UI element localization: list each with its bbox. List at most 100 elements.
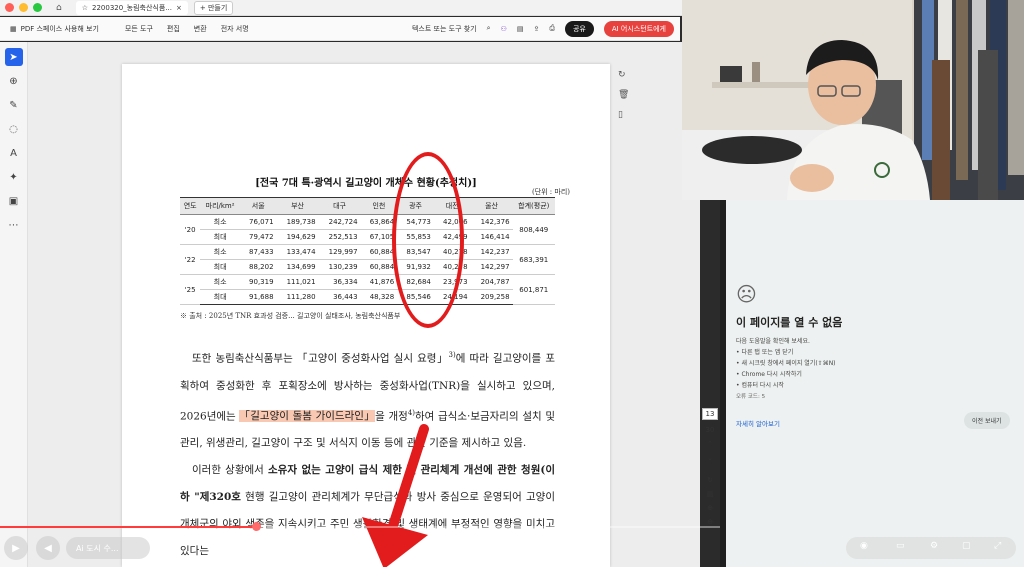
value-cell: 90,319 [239,274,277,290]
print-icon[interactable]: ⎙ [549,24,555,33]
delete-icon[interactable]: 🗑 [618,90,629,100]
value-cell: 252,513 [318,229,361,245]
upload-icon[interactable]: ⇪ [533,25,539,33]
th-density: 마리/km² [200,197,240,215]
zoom-out-icon[interactable]: ⊖ [707,518,713,526]
value-cell: 88,202 [239,259,277,275]
save-icon[interactable]: ▤ [517,25,524,33]
text-span: 또한 농림축산식품부는 「고양이 중성화사업 실시 요령」 [192,352,449,365]
value-cell: 130,239 [318,259,361,275]
pen-icon[interactable]: ✎ [5,96,23,114]
sad-page-icon: ☹ [736,282,757,306]
value-cell: 189,738 [276,214,319,230]
pdf-space-link[interactable]: PDF 스페이스 사용해 보기 [21,24,99,34]
value-cell: 194,629 [276,229,319,245]
page-info-icon[interactable]: ▯ [618,110,629,120]
text-box-icon[interactable]: A [5,144,23,162]
play-icon[interactable]: ▶ [4,536,28,560]
minimize-window-button[interactable] [19,3,28,12]
error-code: 오류 코드: 5 [736,394,766,400]
document-viewer[interactable]: [전국 7대 특·광역시 길고양이 개체수 현황(추정치)] (단위 : 마리)… [28,42,700,567]
search-icon[interactable]: ⌕ [487,24,491,33]
webcam-scene [682,0,1024,200]
select-cursor-icon[interactable]: ➤ [4,48,23,66]
kind-cell: 최대 [200,229,240,245]
video-caption-pill[interactable]: Ai 도시 수... [66,537,150,559]
total-cell: 683,391 [512,244,555,275]
video-progress-fill [0,526,255,528]
stamp-icon[interactable]: ✦ [5,168,23,186]
tip-text: Chrome 다시 시작하기 [741,371,802,378]
table-row: 최대 91,688 111,280 36,443 48,328 85,546 2… [180,289,555,305]
menu-e-sign[interactable]: 전자 서명 [221,24,249,34]
rotate-icon[interactable]: ↻ [618,70,629,80]
back-button[interactable]: 이전 보내기 [964,412,1010,429]
volume-icon[interactable]: ◀ [36,536,60,560]
table-row: 최대 79,472 194,629 252,513 67,105 55,853 … [180,229,555,245]
maximize-window-button[interactable] [33,3,42,12]
left-toolbar: ➤ ⊕ ✎ ◌ A ✦ ▣ ⋯ [0,42,28,567]
pdf-space-icon[interactable]: ▦ [10,25,17,33]
table-row: '22 최소 87,433 133,474 129,997 60,884 83,… [180,244,555,275]
share-button[interactable]: 공유 [564,20,594,37]
app-menubar: ▦ PDF 스페이스 사용해 보기 모든 도구 편집 변환 전자 서명 텍스트 … [0,17,680,41]
th-incheon: 인천 [360,197,398,215]
lasso-icon[interactable]: ◌ [5,120,23,138]
new-tab-button[interactable]: + 만들기 [193,0,234,15]
menu-convert[interactable]: 변환 [194,24,207,34]
value-cell: 142,297 [470,259,513,275]
population-table: 연도 마리/km² 서울 부산 대구 인천 광주 대전 울산 합계(평균) '2 [180,197,555,305]
table-header-row: 연도 마리/km² 서울 부산 대구 인천 광주 대전 울산 합계(평균) [180,197,555,215]
kind-cell: 최대 [200,289,240,305]
pdf-page: [전국 7대 특·광역시 길고양이 개체수 현황(추정치)] (단위 : 마리)… [122,64,610,567]
subtitles-icon[interactable]: ▭ [896,541,905,551]
menu-edit[interactable]: 편집 [167,24,180,34]
value-cell: 209,258 [470,289,513,305]
more-tools-icon[interactable]: ⋯ [5,216,23,234]
table-source-note: ※ 출처 : 2025년 TNR 효과성 검증... 길고양이 실태조사, 농림… [180,312,401,320]
menu-all-tools[interactable]: 모든 도구 [125,24,153,34]
page-up-icon[interactable]: ⌃ [707,440,713,448]
value-cell: 204,787 [470,274,513,290]
search-tools-input[interactable]: 텍스트 또는 도구 찾기 [412,24,477,34]
refresh-icon[interactable]: ↻ [707,476,713,484]
settings-icon[interactable]: ⚙ [930,541,938,551]
tip-item: • 컴퓨터 다시 시작 [736,382,784,389]
ai-assistant-button[interactable]: AI 어시스턴트에게 [603,20,674,37]
tab-close-icon[interactable]: × [176,4,182,12]
record-icon[interactable]: ◉ [860,541,868,551]
value-cell: 60,884 [360,259,398,275]
tip-item: • 다른 탭 또는 앱 닫기 [736,349,794,356]
footnote-ref: 3) [448,351,456,359]
theater-icon[interactable]: ▢ [962,541,971,551]
zoom-in-icon[interactable]: ⊕ [707,504,713,512]
video-scrubber-handle[interactable] [252,522,261,531]
page-navigation: 13 30 ⌃ ⌄ ↻ ▤ ⊕ ⊖ [698,408,722,526]
video-progress-bar[interactable] [0,526,720,528]
tip-text: 다른 탭 또는 앱 닫기 [741,349,794,356]
current-page-field[interactable]: 13 [701,408,719,420]
total-pages: 30 [705,426,715,434]
red-arrow-annotation [362,424,429,567]
learn-more-link[interactable]: 자세히 알아보기 [736,418,780,428]
year-cell: '25 [180,274,201,305]
value-cell: 146,414 [470,229,513,245]
image-icon[interactable]: ▣ [5,192,23,210]
th-ulsan: 울산 [470,197,513,215]
file-icon[interactable]: ▤ [707,490,714,498]
value-cell: 242,724 [318,214,361,230]
value-cell: 142,237 [470,244,513,260]
screen: ⌂ ☆ 2200320_농림축산식품... × + 만들기 ? 🔔 ▦ PDF … [0,0,1024,567]
th-total: 합계(평균) [512,197,555,215]
page-down-icon[interactable]: ⌄ [707,454,713,462]
home-icon[interactable]: ⌂ [56,3,62,13]
zoom-comment-icon[interactable]: ⊕ [5,72,23,90]
fullscreen-icon[interactable]: ⤢ [994,541,1001,551]
browser-tab[interactable]: ☆ 2200320_농림축산식품... × [75,0,188,15]
th-year: 연도 [180,197,201,215]
th-seoul: 서울 [239,197,277,215]
value-cell: 79,472 [239,229,277,245]
ai-tools-icon[interactable]: ⚇ [501,25,507,33]
table-row: '20 최소 76,071 189,738 242,724 63,864 54,… [180,214,555,245]
close-window-button[interactable] [5,3,14,12]
